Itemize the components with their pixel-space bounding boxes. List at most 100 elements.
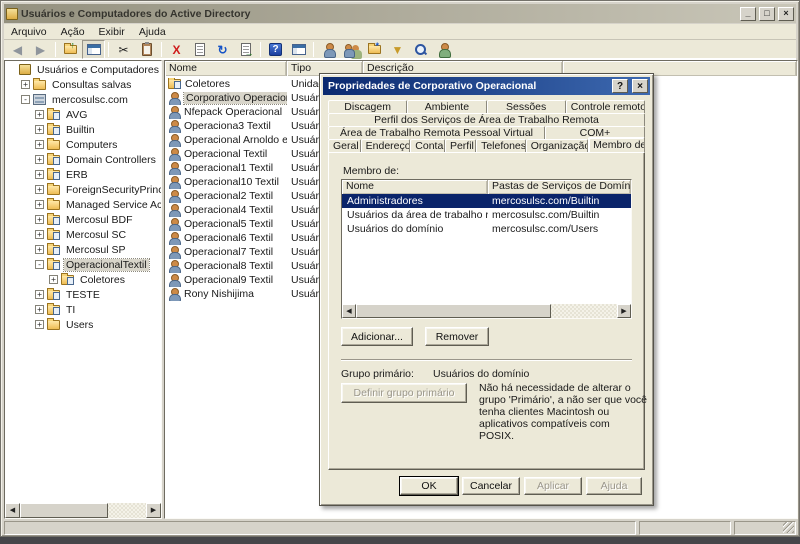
tab-organiza-o[interactable]: Organização: [526, 139, 588, 152]
member-row-usu-rios-da-rea-de-trabalho-remota[interactable]: Usuários da área de trabalho remotamerco…: [342, 208, 631, 222]
tab-telefones[interactable]: Telefones: [476, 139, 526, 152]
show-console-tree-icon[interactable]: [82, 40, 105, 59]
scroll-right-icon[interactable]: ▶: [146, 503, 161, 518]
tree-item-mercosulsc-com[interactable]: -mercosulsc.com: [5, 92, 161, 107]
paste-icon[interactable]: [135, 40, 158, 59]
tab-ambiente[interactable]: Ambiente: [407, 100, 486, 113]
delete-icon[interactable]: X: [165, 40, 188, 59]
up-one-level-icon[interactable]: ↑: [59, 40, 82, 59]
tree-item-computers[interactable]: +Computers: [5, 137, 161, 152]
scroll-right-icon[interactable]: ▶: [617, 304, 631, 318]
set-primary-group-button[interactable]: Definir grupo primário: [341, 383, 467, 403]
name-cell: Operacional6 Textil: [165, 232, 287, 245]
expand-icon[interactable]: +: [35, 140, 44, 149]
tree-horizontal-scrollbar[interactable]: ◀ ▶: [5, 503, 161, 518]
help-button[interactable]: Ajuda: [586, 477, 642, 495]
expand-icon[interactable]: +: [35, 185, 44, 194]
menu-ajuda[interactable]: Ajuda: [132, 25, 173, 39]
tab-perfil[interactable]: Perfil: [445, 139, 476, 152]
help-icon[interactable]: ?: [264, 40, 287, 59]
add-user-icon[interactable]: [317, 40, 340, 59]
add-button[interactable]: Adicionar...: [341, 327, 413, 346]
member-row-usu-rios-do-dom-nio[interactable]: Usuários do domíniomercosulsc.com/Users: [342, 222, 631, 236]
expand-icon[interactable]: +: [35, 110, 44, 119]
scroll-thumb[interactable]: [356, 304, 551, 318]
tab-rea-de-trabalho-remota-pessoal-virtual[interactable]: Área de Trabalho Remota Pessoal Virtual: [328, 126, 545, 139]
forward-icon[interactable]: ▶: [29, 40, 52, 59]
item-name: Rony Nishijima: [184, 288, 254, 300]
tree-item-builtin[interactable]: +Builtin: [5, 122, 161, 137]
tree-item-teste[interactable]: + TESTE: [5, 287, 161, 302]
filter-icon[interactable]: ▼: [386, 40, 409, 59]
tree-item-domain-controllers[interactable]: +Domain Controllers: [5, 152, 161, 167]
add-ou-icon[interactable]: *: [363, 40, 386, 59]
menu-a-o[interactable]: Ação: [54, 25, 92, 39]
collapse-icon[interactable]: -: [21, 95, 30, 104]
expand-icon[interactable]: +: [35, 215, 44, 224]
scroll-left-icon[interactable]: ◀: [5, 503, 20, 518]
cancel-button[interactable]: Cancelar: [462, 477, 520, 495]
tab-endere-o[interactable]: Endereço: [361, 139, 411, 152]
tab-discagem[interactable]: Discagem: [328, 100, 407, 113]
expand-icon[interactable]: +: [35, 230, 44, 239]
remove-button[interactable]: Remover: [425, 327, 489, 346]
tree-item-ti[interactable]: +TI: [5, 302, 161, 317]
expand-icon[interactable]: +: [35, 245, 44, 254]
column-header-nome[interactable]: Nome: [165, 61, 287, 76]
tab-conta[interactable]: Conta: [410, 139, 445, 152]
ok-button[interactable]: OK: [400, 477, 458, 495]
export-list-icon[interactable]: →: [234, 40, 257, 59]
dialog-close-icon[interactable]: ×: [632, 79, 648, 93]
members-column-nome[interactable]: Nome: [342, 180, 488, 194]
expand-icon[interactable]: +: [35, 125, 44, 134]
tree-item-managed-service-accounts[interactable]: +Managed Service Accounts: [5, 197, 161, 212]
special-group-icon[interactable]: [432, 40, 455, 59]
tree-item-coletores[interactable]: +Coletores: [5, 272, 161, 287]
expand-icon[interactable]: +: [35, 155, 44, 164]
tab-membro-de[interactable]: Membro de: [588, 137, 645, 152]
member-row-administradores[interactable]: Administradoresmercosulsc.com/Builtin: [342, 194, 631, 208]
tree-item-mercosul-sc[interactable]: +Mercosul SC: [5, 227, 161, 242]
tree-item-usu-rios-e-computadores-do-active[interactable]: Usuários e Computadores do Active: [5, 62, 161, 77]
scroll-thumb[interactable]: [20, 503, 108, 518]
resize-grip[interactable]: [783, 522, 794, 533]
tree-item-erb[interactable]: +ERB: [5, 167, 161, 182]
tab-controle-remoto[interactable]: Controle remoto: [566, 100, 645, 113]
expand-icon[interactable]: +: [49, 275, 58, 284]
expand-icon[interactable]: +: [21, 80, 30, 89]
members-horizontal-scrollbar[interactable]: ◀ ▶: [342, 304, 631, 318]
members-column-pastas-de-servi-os-d[interactable]: Pastas de Serviços de Domínio Act: [488, 180, 631, 194]
maximize-button[interactable]: □: [759, 7, 775, 21]
tree-item-foreignsecurityprincipals[interactable]: +ForeignSecurityPrincipals: [5, 182, 161, 197]
tree-item-avg[interactable]: +AVG: [5, 107, 161, 122]
minimize-button[interactable]: _: [740, 7, 756, 21]
tab-sess-es[interactable]: Sessões: [487, 100, 566, 113]
close-button[interactable]: ×: [778, 7, 794, 21]
new-window-icon[interactable]: [287, 40, 310, 59]
refresh-icon[interactable]: ↻: [211, 40, 234, 59]
tree-item-consultas-salvas[interactable]: +Consultas salvas: [5, 77, 161, 92]
menu-exibir[interactable]: Exibir: [92, 25, 132, 39]
expand-icon[interactable]: +: [35, 305, 44, 314]
expand-icon[interactable]: +: [35, 320, 44, 329]
expand-icon[interactable]: +: [35, 290, 44, 299]
properties-icon[interactable]: [188, 40, 211, 59]
dialog-help-icon[interactable]: ?: [612, 79, 628, 93]
add-group-icon[interactable]: [340, 40, 363, 59]
tab-perfil-dos-servi-os-de-rea-de-trabalho-remota[interactable]: Perfil dos Serviços de Área de Trabalho …: [328, 113, 645, 126]
apply-button[interactable]: Aplicar: [524, 477, 582, 495]
cut-icon[interactable]: ✂: [112, 40, 135, 59]
tree-item-mercosul-bdf[interactable]: +Mercosul BDF: [5, 212, 161, 227]
tab-geral[interactable]: Geral: [328, 139, 361, 152]
tree-item-mercosul-sp[interactable]: +Mercosul SP: [5, 242, 161, 257]
menu-arquivo[interactable]: Arquivo: [4, 25, 54, 39]
tree-item-users[interactable]: +Users: [5, 317, 161, 332]
expand-icon[interactable]: +: [35, 170, 44, 179]
expand-icon[interactable]: +: [35, 200, 44, 209]
back-icon[interactable]: ◀: [6, 40, 29, 59]
collapse-icon[interactable]: -: [35, 260, 44, 269]
scroll-left-icon[interactable]: ◀: [342, 304, 356, 318]
tree-item-operacionaltextil[interactable]: -OperacionalTextil: [5, 257, 161, 272]
find-icon[interactable]: [409, 40, 432, 59]
tree-item-label: TESTE: [64, 289, 102, 301]
